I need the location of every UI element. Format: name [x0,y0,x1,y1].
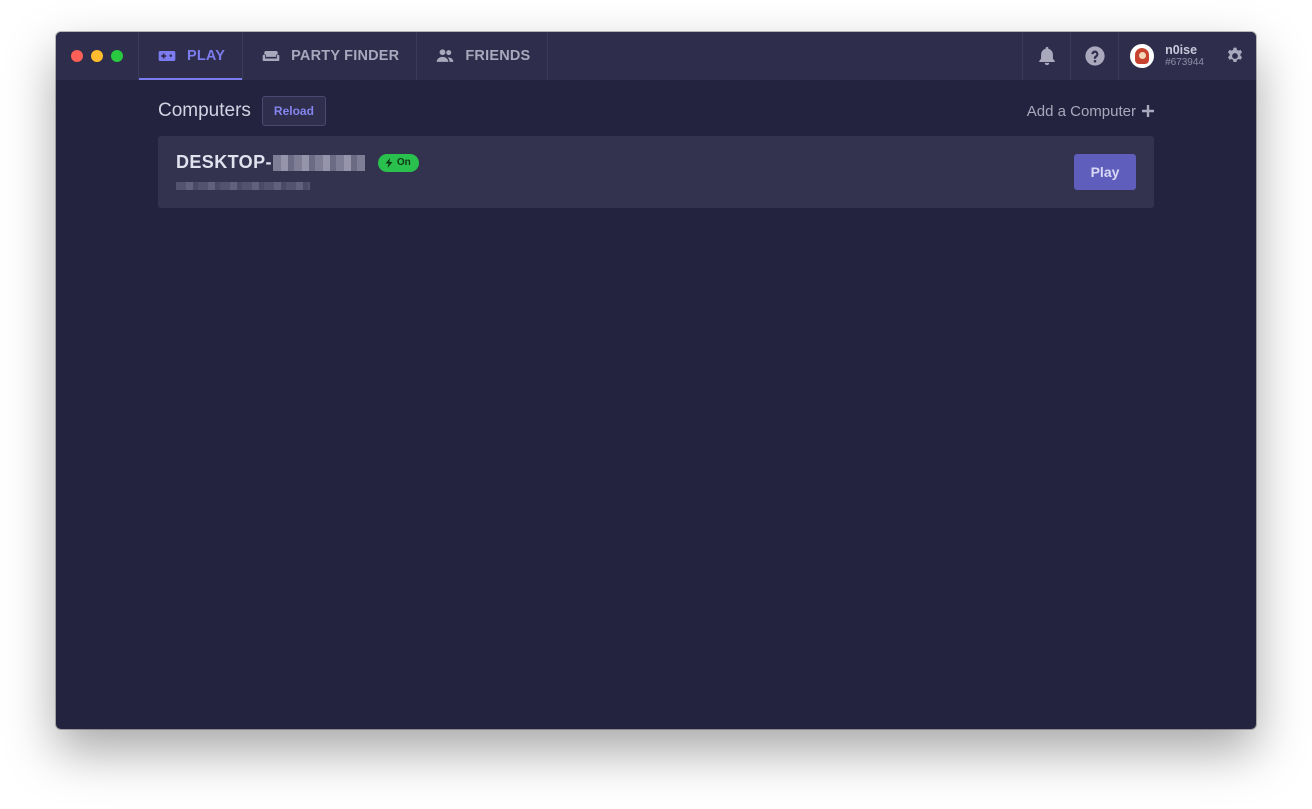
avatar [1130,44,1155,68]
help-button[interactable] [1070,32,1118,80]
window-controls [56,32,139,80]
user-tag: #673944 [1165,56,1204,68]
play-button[interactable]: Play [1074,154,1136,190]
minimize-window-button[interactable] [91,50,103,62]
status-label: On [396,157,411,168]
tab-friends[interactable]: FRIENDS [417,32,549,80]
maximize-window-button[interactable] [111,50,123,62]
add-computer-button[interactable]: Add a Computer [1027,103,1154,120]
app-window: PLAY PARTY FINDER FRIENDS n0ise #673944 … [56,32,1256,729]
computers-panel: Computers Reload Add a Computer DESKTOP-… [158,96,1154,208]
computer-card: DESKTOP- On Play [158,136,1154,208]
computer-name: DESKTOP- [176,152,272,172]
lightning-icon [385,157,393,168]
computer-name-row: DESKTOP- On [176,152,419,173]
user-info: n0ise #673944 [1165,42,1204,69]
gamepad-icon [158,51,176,61]
reload-button[interactable]: Reload [261,96,326,126]
notifications-button[interactable] [1022,32,1070,80]
page-title: Computers [158,100,251,121]
tab-party-finder[interactable]: PARTY FINDER [243,32,418,80]
top-navigation-bar: PLAY PARTY FINDER FRIENDS n0ise #673944 [56,32,1256,80]
tab-party-finder-label: PARTY FINDER [291,48,400,64]
settings-button[interactable] [1214,32,1256,80]
status-badge: On [377,153,419,172]
user-profile[interactable]: n0ise #673944 [1118,32,1214,80]
plus-icon [1142,105,1154,117]
couch-icon [262,51,280,61]
computers-header: Computers Reload Add a Computer [158,96,1154,126]
add-computer-label: Add a Computer [1026,102,1136,120]
close-window-button[interactable] [71,50,83,62]
redacted-computer-details [176,182,310,190]
tab-play[interactable]: PLAY [139,32,244,80]
tab-play-label: PLAY [187,48,226,64]
tab-friends-label: FRIENDS [465,48,531,64]
user-name: n0ise [1165,42,1198,57]
question-icon [1084,46,1105,66]
bell-icon [1038,46,1055,66]
gear-icon [1227,47,1243,62]
redacted-computer-name [272,154,365,171]
users-icon [437,49,454,62]
